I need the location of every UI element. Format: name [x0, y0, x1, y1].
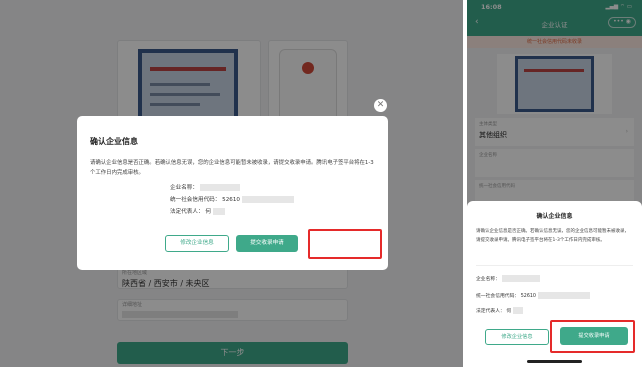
- redacted-block: [501, 275, 540, 282]
- edit-company-info-button[interactable]: 修改企业信息: [165, 235, 229, 252]
- legal-rep-row: 法定代表人： 何: [170, 207, 225, 215]
- sheet-company-name-row: 企业名称：: [476, 275, 540, 282]
- mobile-view: 16:08 ▂▄▆ ⌔ ▭ ‹ 企业认证 ••• ◉ 统一社会信用代码未收录 主…: [467, 0, 642, 367]
- credit-code-label: 统一社会信用代码：: [476, 294, 520, 299]
- highlight-box: [308, 229, 382, 259]
- redacted-block: [199, 184, 240, 191]
- legal-rep-label: 法定代表人：: [170, 209, 204, 215]
- divider: [476, 265, 633, 266]
- legal-rep-value: 何: [205, 209, 211, 215]
- submit-application-button[interactable]: 提交收录申请: [236, 235, 298, 252]
- redacted-block: [212, 208, 225, 215]
- legal-rep-label: 法定代表人：: [476, 309, 505, 314]
- sheet-message: 请确认企业信息是否正确。若确认信息无误，您的企业信息可能暂未被收录，请提交收录申…: [476, 229, 629, 243]
- desktop-view: 所在地区域 陕西省 / 西安市 / 未央区 详细地址 下一步 ✕ 确认企业信息 …: [0, 0, 463, 367]
- dialog-title: 确认企业信息: [90, 137, 138, 146]
- legal-rep-value: 何: [506, 309, 512, 314]
- company-name-label: 企业名称：: [170, 185, 198, 191]
- credit-code-row: 统一社会信用代码： 52610: [170, 195, 294, 203]
- company-name-label: 企业名称：: [476, 277, 500, 282]
- company-name-row: 企业名称：: [170, 183, 240, 191]
- home-indicator: [527, 360, 582, 363]
- highlight-box: [550, 320, 635, 353]
- close-icon[interactable]: ✕: [374, 99, 387, 112]
- edit-company-info-button[interactable]: 修改企业信息: [485, 329, 549, 345]
- sheet-credit-code-row: 统一社会信用代码： 52610: [476, 292, 590, 299]
- sheet-title: 确认企业信息: [536, 213, 573, 220]
- redacted-block: [241, 196, 294, 203]
- confirm-company-sheet: 确认企业信息 请确认企业信息是否正确。若确认信息无误，您的企业信息可能暂未被收录…: [467, 201, 642, 367]
- credit-code-value: 52610: [222, 197, 240, 203]
- redacted-block: [537, 292, 590, 299]
- confirm-company-dialog: 确认企业信息 请确认企业信息是否正确。若确认信息无误，您的企业信息可能暂未被收录…: [77, 116, 388, 270]
- redacted-block: [512, 307, 523, 314]
- dialog-message: 请确认企业信息是否正确。若确认信息无误，您的企业信息可能暂未被收录，请提交收录申…: [90, 160, 374, 176]
- credit-code-label: 统一社会信用代码：: [170, 197, 221, 203]
- sheet-legal-rep-row: 法定代表人： 何: [476, 307, 523, 314]
- screenshot-composite: 所在地区域 陕西省 / 西安市 / 未央区 详细地址 下一步 ✕ 确认企业信息 …: [0, 0, 642, 367]
- credit-code-value: 52610: [520, 294, 536, 299]
